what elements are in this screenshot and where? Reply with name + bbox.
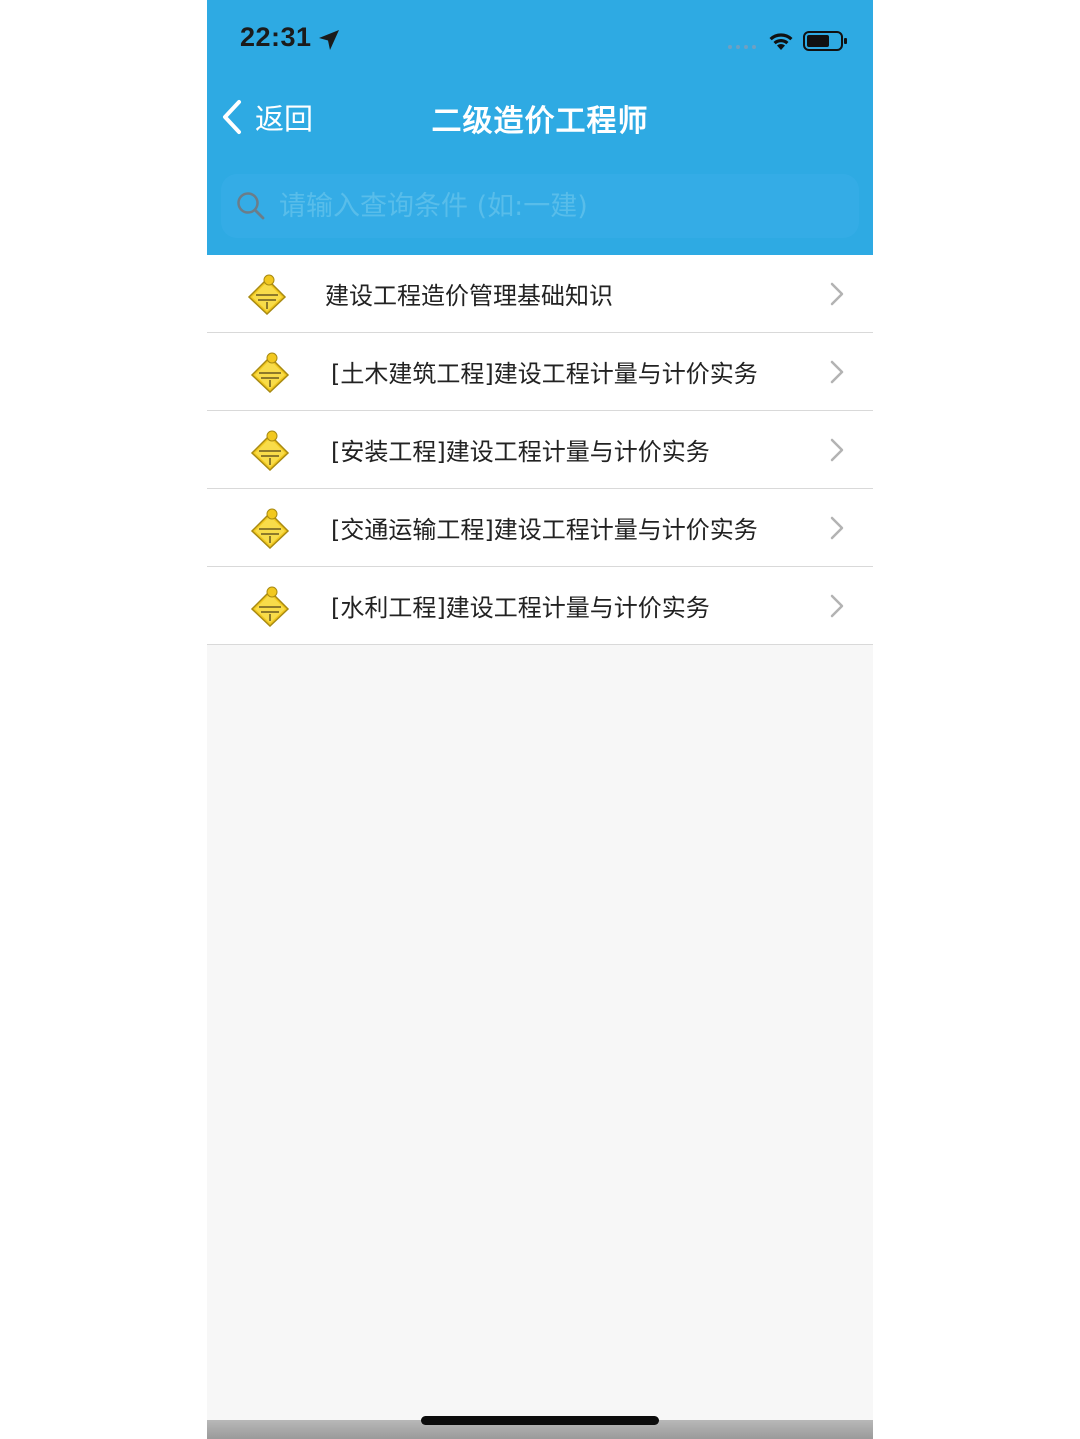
phone-screen: 22:31 返回 二级造价工程师 请输入查询条件 (如:一建) 建设工程造价管理… [207, 0, 873, 1439]
wifi-icon [769, 33, 793, 50]
construction-sign-icon [250, 508, 290, 549]
chevron-right-icon [830, 282, 844, 306]
construction-sign-icon [247, 274, 287, 315]
construction-sign-icon [250, 430, 290, 471]
cellular-signal-icon [728, 45, 756, 49]
search-icon [237, 192, 265, 220]
status-time: 22:31 [240, 22, 312, 52]
list-item[interactable]: [水利工程]建设工程计量与计价实务 [207, 567, 873, 645]
list-item[interactable]: 建设工程造价管理基础知识 [207, 255, 873, 333]
course-list: 建设工程造价管理基础知识 [土木建筑工程]建设工程计量与计价实务 [安装工程]建… [207, 255, 873, 645]
list-item-label: [安装工程]建设工程计量与计价实务 [331, 438, 710, 466]
chevron-right-icon [830, 360, 844, 384]
list-item-label: [交通运输工程]建设工程计量与计价实务 [331, 516, 758, 544]
search-input[interactable] [277, 189, 841, 223]
location-arrow-icon [319, 30, 339, 50]
chevron-right-icon [830, 594, 844, 618]
construction-sign-icon [250, 586, 290, 627]
chevron-right-icon [830, 438, 844, 462]
list-item[interactable]: [土木建筑工程]建设工程计量与计价实务 [207, 333, 873, 411]
list-item-label: [水利工程]建设工程计量与计价实务 [331, 594, 710, 622]
home-indicator[interactable] [421, 1416, 659, 1425]
list-item-label: 建设工程造价管理基础知识 [325, 282, 613, 310]
construction-sign-icon [250, 352, 290, 393]
list-item-label: [土木建筑工程]建设工程计量与计价实务 [331, 360, 758, 388]
app-header: 22:31 返回 二级造价工程师 [207, 0, 873, 255]
battery-icon [803, 31, 847, 51]
page-title: 二级造价工程师 [431, 104, 649, 139]
search-bar[interactable] [221, 174, 859, 238]
chevron-right-icon [830, 516, 844, 540]
list-item[interactable]: [安装工程]建设工程计量与计价实务 [207, 411, 873, 489]
list-item[interactable]: [交通运输工程]建设工程计量与计价实务 [207, 489, 873, 567]
